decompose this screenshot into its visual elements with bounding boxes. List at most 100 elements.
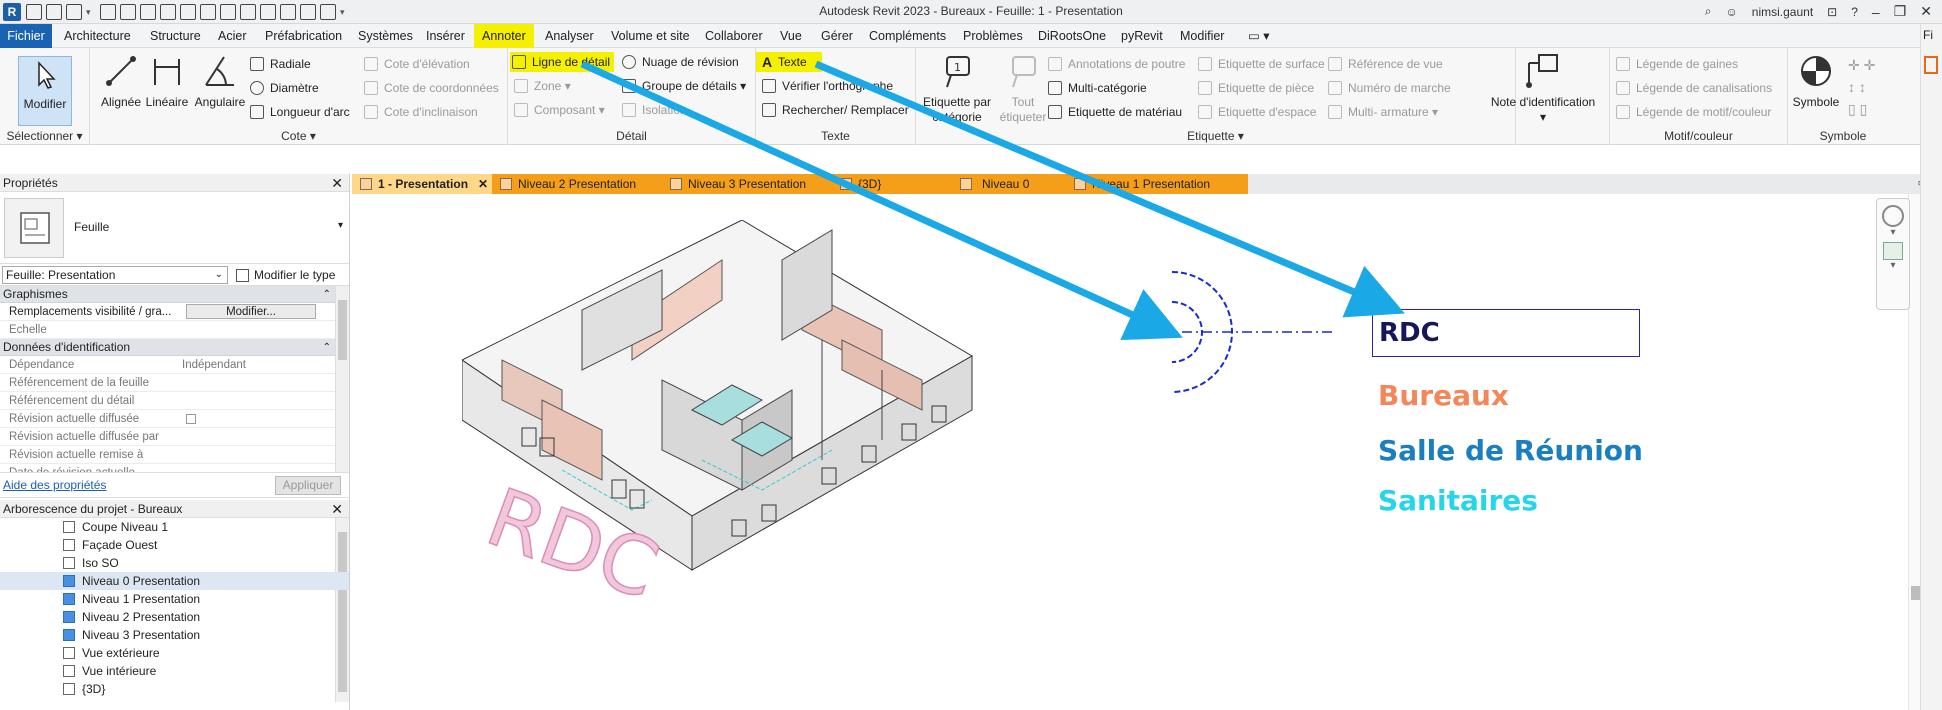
- section-graphismes[interactable]: Graphismes ⌃: [0, 286, 335, 303]
- material-tag-button[interactable]: Etiquette de matériau: [1046, 102, 1182, 122]
- zoom-icon[interactable]: [1883, 242, 1903, 260]
- tag-panel-label[interactable]: Etiquette ▾: [916, 129, 1515, 143]
- tab-analyser[interactable]: Analyser: [537, 24, 602, 48]
- insulation-button[interactable]: Isolation: [620, 100, 687, 120]
- spot-coordinate-button[interactable]: Cote de coordonnées: [362, 78, 499, 98]
- tab-volume-et-site[interactable]: Volume et site: [603, 24, 698, 48]
- browser-item[interactable]: {3D}: [0, 680, 349, 698]
- dimension-panel-label[interactable]: Cote ▾: [90, 129, 507, 143]
- diameter-dim-button[interactable]: Diamètre: [248, 78, 319, 98]
- title-box[interactable]: RDC: [1372, 309, 1640, 357]
- user-icon[interactable]: ☺: [1726, 5, 1738, 19]
- spelling-button[interactable]: Vérifier l'orthographe: [760, 76, 893, 96]
- minimize-icon[interactable]: –: [1872, 4, 1880, 20]
- detail-line-button[interactable]: Ligne de détail: [510, 52, 615, 72]
- tab-annoter[interactable]: Annoter: [474, 24, 534, 48]
- panel-options-icon[interactable]: ▭ ▾: [1240, 24, 1278, 48]
- tab-structure[interactable]: Structure: [142, 24, 209, 48]
- tab-vue[interactable]: Vue: [772, 24, 810, 48]
- linear-dim-button[interactable]: Linéaire: [142, 53, 192, 110]
- select-panel-label[interactable]: Sélectionner ▾: [0, 129, 89, 143]
- arc-length-button[interactable]: Longueur d'arc: [248, 102, 350, 122]
- help-icon[interactable]: ?: [1851, 5, 1858, 19]
- browser-item[interactable]: Vue extérieure: [0, 644, 349, 662]
- tab-architecture[interactable]: Architecture: [56, 24, 139, 48]
- tab-inserer[interactable]: Insérer: [418, 24, 473, 48]
- tab-pyrevit[interactable]: pyRevit: [1113, 24, 1171, 48]
- tab-niveau-2[interactable]: Niveau 2 Presentation: [492, 174, 662, 194]
- tag-by-category-button[interactable]: 1 Etiquette par catégorie: [920, 53, 994, 125]
- modify-overrides-button[interactable]: Modifier...: [186, 304, 316, 319]
- tab-presentation-sheet[interactable]: 1 - Presentation ✕: [352, 174, 492, 194]
- text-button[interactable]: A Texte: [756, 52, 822, 72]
- browser-item[interactable]: Niveau 1 Presentation: [0, 590, 349, 608]
- tread-number-button[interactable]: Numéro de marche: [1326, 78, 1451, 98]
- aligned-dim-button[interactable]: Alignée: [96, 53, 146, 110]
- user-name[interactable]: nimsi.gaunt: [1752, 5, 1813, 19]
- chevron-down-icon[interactable]: ▾: [1877, 260, 1909, 271]
- pipe-legend-button[interactable]: Légende de canalisations: [1614, 78, 1772, 98]
- beam-annotations-button[interactable]: Annotations de poutre: [1046, 54, 1185, 74]
- browser-item[interactable]: Niveau 2 Presentation: [0, 608, 349, 626]
- close-browser-icon[interactable]: ✕: [331, 500, 343, 518]
- checkbox[interactable]: [186, 414, 196, 424]
- orange-file-icon[interactable]: [1924, 56, 1938, 74]
- tab-niveau-0[interactable]: Niveau 0: [942, 174, 1066, 194]
- spot-slope-button[interactable]: Cote d'inclinaison: [362, 102, 478, 122]
- multi-rebar-button[interactable]: Multi- armature ▾: [1326, 102, 1438, 122]
- tab-niveau-1[interactable]: Niveau 1 Presentation: [1066, 174, 1248, 194]
- browser-item[interactable]: Coupe Niveau 1: [0, 518, 349, 536]
- browser-item[interactable]: Iso SO: [0, 554, 349, 572]
- properties-scrollbar[interactable]: [335, 286, 349, 472]
- view-reference-button[interactable]: Référence de vue: [1326, 54, 1443, 74]
- angular-dim-button[interactable]: Angulaire: [190, 53, 250, 110]
- close-properties-icon[interactable]: ✕: [331, 174, 343, 192]
- space-tag-button[interactable]: Etiquette d'espace: [1196, 102, 1316, 122]
- chevron-down-icon[interactable]: ▾: [1877, 227, 1909, 238]
- revision-cloud-button[interactable]: Nuage de révision: [620, 52, 739, 72]
- tab-gerer[interactable]: Gérer: [813, 24, 861, 48]
- browser-item[interactable]: Vue intérieure: [0, 662, 349, 680]
- tab-problemes[interactable]: Problèmes: [955, 24, 1031, 48]
- drawing-canvas[interactable]: RDC RDC Bureaux Salle de Réunion Sanitai…: [352, 194, 1942, 710]
- properties-help-link[interactable]: Aide des propriétés: [3, 478, 106, 492]
- maximize-icon[interactable]: ❐: [1894, 3, 1907, 20]
- close-tab-icon[interactable]: ✕: [478, 174, 488, 194]
- find-replace-button[interactable]: Rechercher/ Remplacer: [760, 100, 909, 120]
- radial-dim-button[interactable]: Radiale: [248, 54, 311, 74]
- section-identity-data[interactable]: Données d'identification ⌃: [0, 339, 335, 356]
- modify-button[interactable]: Modifier: [18, 56, 72, 126]
- close-icon[interactable]: ✕: [1920, 3, 1932, 20]
- browser-item-selected[interactable]: Niveau 0 Presentation: [0, 572, 349, 590]
- apply-button[interactable]: Appliquer: [275, 476, 341, 495]
- multi-category-button[interactable]: Multi-catégorie: [1046, 78, 1147, 98]
- tab-prefabrication[interactable]: Préfabrication: [257, 24, 350, 48]
- type-dropdown-icon[interactable]: ▾: [338, 220, 343, 231]
- detail-group-button[interactable]: Groupe de détails ▾: [620, 76, 746, 96]
- edit-type-button[interactable]: Modifier le type: [234, 266, 335, 284]
- instance-filter-select[interactable]: Feuille: Presentation ⌄: [2, 266, 228, 284]
- duct-legend-button[interactable]: Légende de gaines: [1614, 54, 1738, 74]
- tab-niveau-3[interactable]: Niveau 3 Presentation: [662, 174, 832, 194]
- spot-elevation-button[interactable]: Cote d'élévation: [362, 54, 470, 74]
- tab-modifier[interactable]: Modifier: [1172, 24, 1232, 48]
- property-value[interactable]: Indépendant: [182, 356, 327, 374]
- component-button[interactable]: Composant ▾: [512, 100, 605, 120]
- tab-collaborer[interactable]: Collaborer: [697, 24, 771, 48]
- keynote-button[interactable]: Note d'identification ▾: [1482, 53, 1604, 125]
- tab-acier[interactable]: Acier: [210, 24, 254, 48]
- tab-complements[interactable]: Compléments: [861, 24, 954, 48]
- cart-icon[interactable]: ⊡: [1827, 5, 1837, 19]
- room-tag-button[interactable]: Etiquette de pièce: [1196, 78, 1314, 98]
- tab-dirootsone[interactable]: DiRootsOne: [1030, 24, 1114, 48]
- browser-item[interactable]: Niveau 3 Presentation: [0, 626, 349, 644]
- color-fill-legend-button[interactable]: Légende de motif/couleur: [1614, 102, 1771, 122]
- steering-wheel-icon[interactable]: [1882, 205, 1904, 227]
- tab-fichier[interactable]: Fichier: [0, 24, 52, 48]
- scrollbar-thumb[interactable]: [338, 300, 347, 360]
- search-icon[interactable]: ⌕: [1705, 4, 1712, 19]
- tag-all-button[interactable]: Tout étiqueter: [998, 53, 1048, 125]
- tab-systemes[interactable]: Systèmes: [350, 24, 421, 48]
- type-selector[interactable]: Feuille ▾: [0, 192, 349, 264]
- region-button[interactable]: Zone ▾: [512, 76, 571, 96]
